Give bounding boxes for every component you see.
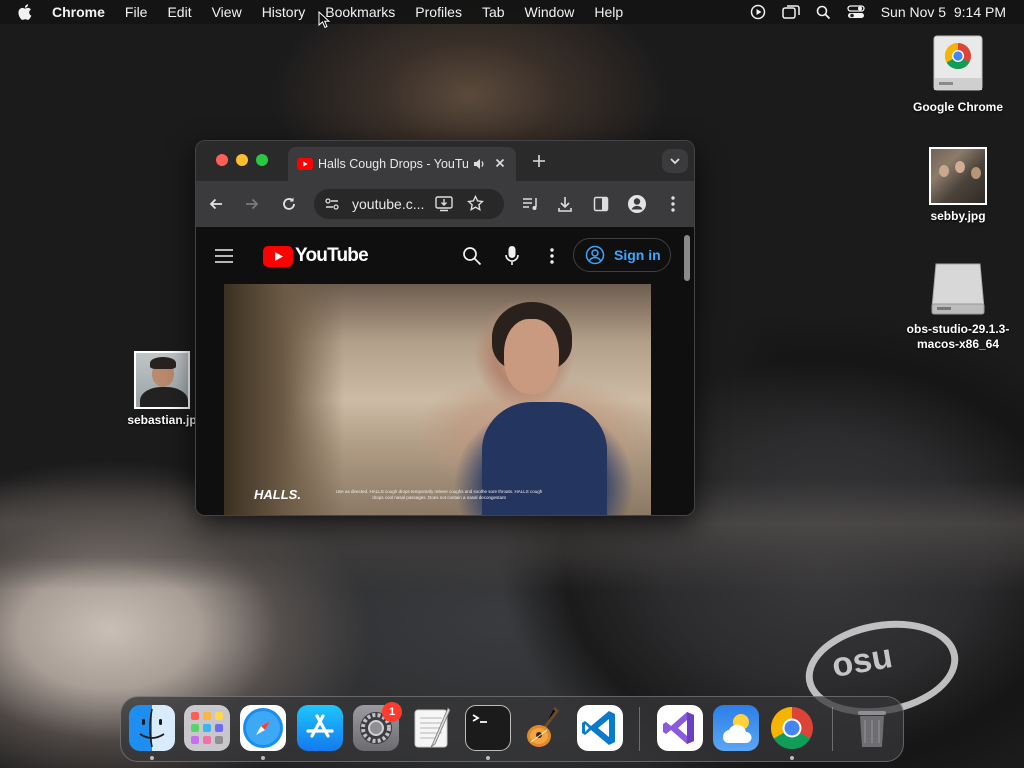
menu-tab[interactable]: Tab: [482, 4, 505, 20]
menu-history[interactable]: History: [262, 4, 306, 20]
new-tab-button[interactable]: [532, 154, 546, 173]
menubar-clock[interactable]: Sun Nov 5 9:14 PM: [881, 4, 1006, 20]
side-panel-icon[interactable]: [593, 196, 609, 217]
tab-close-icon[interactable]: [494, 157, 506, 172]
browser-toolbar: youtube.c...: [196, 181, 694, 227]
disk-drive-icon: [928, 260, 988, 318]
video-player[interactable]: HALLS. Use as directed. HALLS cough drop…: [224, 284, 651, 515]
screen-mirroring-icon[interactable]: [781, 4, 800, 20]
dock-trash-icon[interactable]: [849, 705, 895, 751]
dock-textedit-icon[interactable]: [409, 705, 455, 751]
reload-button[interactable]: [281, 196, 297, 217]
dock-weather-icon[interactable]: [713, 705, 759, 751]
dock-launchpad-icon[interactable]: [184, 705, 230, 751]
youtube-play-logo-icon: [263, 245, 293, 267]
dock-terminal-icon[interactable]: [465, 705, 511, 751]
running-indicator: [261, 756, 265, 760]
dock-visual-studio-icon[interactable]: [657, 705, 703, 751]
dock: [120, 696, 904, 762]
video-brand-text: HALLS.: [254, 487, 301, 502]
system-settings-badge: 1: [382, 702, 402, 722]
back-button[interactable]: [208, 196, 224, 217]
zoom-window-button[interactable]: [256, 154, 268, 166]
photo-thumbnail: [929, 147, 987, 205]
downloads-icon[interactable]: [557, 195, 573, 218]
dock-separator: [639, 707, 640, 751]
desktop-icon-sebby-jpg[interactable]: sebby.jpg: [903, 147, 1013, 224]
tab-strip: Halls Cough Drops - YouTube: [196, 141, 694, 181]
address-bar[interactable]: youtube.c...: [314, 189, 504, 219]
video-frame-shape: [224, 284, 344, 515]
control-center-icon[interactable]: [847, 5, 865, 19]
desktop-icon-label: sebby.jpg: [930, 209, 986, 223]
desktop-icon-obs-studio[interactable]: obs-studio-29.1.3-macos-x86_64: [896, 260, 1020, 352]
chrome-window: Halls Cough Drops - YouTube youtube.c...…: [195, 140, 695, 516]
menu-help[interactable]: Help: [594, 4, 623, 20]
profile-avatar-icon[interactable]: [627, 194, 647, 219]
youtube-logo[interactable]: YouTube: [263, 245, 369, 267]
hamburger-menu-icon[interactable]: [214, 248, 234, 269]
bookmark-star-icon[interactable]: [467, 194, 484, 215]
menu-window[interactable]: Window: [525, 4, 575, 20]
running-indicator: [150, 756, 154, 760]
dock-safari-icon[interactable]: [240, 705, 286, 751]
dock-vscode-icon[interactable]: [577, 705, 623, 751]
youtube-page: YouTube Sign in HALLS. Use as directed. …: [196, 227, 694, 515]
menu-file[interactable]: File: [125, 4, 148, 20]
site-settings-icon[interactable]: [324, 196, 340, 215]
menu-bar: Chrome File Edit View History Bookmarks …: [0, 0, 1024, 24]
install-app-icon[interactable]: [435, 196, 453, 215]
tab-search-button[interactable]: [662, 149, 688, 173]
tab-halls-cough-drops[interactable]: Halls Cough Drops - YouTube: [288, 147, 516, 181]
dock-garageband-icon[interactable]: [521, 705, 567, 751]
more-options-icon[interactable]: [550, 247, 554, 270]
spotlight-search-icon[interactable]: [816, 5, 831, 20]
mouse-cursor-icon: [318, 10, 331, 34]
running-indicator: [486, 756, 490, 760]
sign-in-label: Sign in: [614, 247, 661, 263]
microphone-icon[interactable]: [505, 245, 519, 272]
tab-title: Halls Cough Drops - YouTube: [318, 157, 468, 171]
close-window-button[interactable]: [216, 154, 228, 166]
play-status-icon[interactable]: [750, 4, 766, 20]
search-icon[interactable]: [462, 246, 482, 271]
sign-in-button[interactable]: Sign in: [573, 238, 671, 272]
video-frame-shape: [504, 319, 559, 394]
dock-separator: [832, 707, 833, 751]
desktop-icon-label: obs-studio-29.1.3-macos-x86_64: [906, 322, 1010, 351]
menu-edit[interactable]: Edit: [167, 4, 191, 20]
desktop-icon-label: Google Chrome: [912, 100, 1003, 114]
tab-audio-icon[interactable]: [472, 157, 486, 174]
youtube-logo-text: YouTube: [295, 245, 369, 266]
video-caption-text: Use as directed. HALLS cough drops tempo…: [335, 489, 543, 500]
page-scrollbar[interactable]: [684, 235, 690, 281]
photo-thumbnail: [134, 351, 190, 409]
account-circle-icon: [585, 245, 605, 265]
media-controls-icon[interactable]: [522, 196, 540, 217]
url-text: youtube.c...: [352, 196, 425, 212]
desktop-icon-google-chrome[interactable]: Google Chrome: [903, 32, 1013, 115]
menu-bookmarks[interactable]: Bookmarks: [325, 4, 395, 20]
menu-view[interactable]: View: [212, 4, 242, 20]
menu-app-name[interactable]: Chrome: [52, 4, 105, 20]
chrome-menu-icon[interactable]: [671, 195, 675, 218]
dock-finder-icon[interactable]: [129, 705, 175, 751]
apple-menu-icon[interactable]: [18, 4, 38, 20]
forward-button[interactable]: [244, 196, 260, 217]
minimize-window-button[interactable]: [236, 154, 248, 166]
running-indicator: [790, 756, 794, 760]
youtube-favicon-icon: [297, 158, 313, 173]
chrome-disk-image-icon: [931, 32, 985, 96]
dock-chrome-icon[interactable]: [769, 705, 815, 751]
dock-app-store-icon[interactable]: [297, 705, 343, 751]
menu-profiles[interactable]: Profiles: [415, 4, 462, 20]
